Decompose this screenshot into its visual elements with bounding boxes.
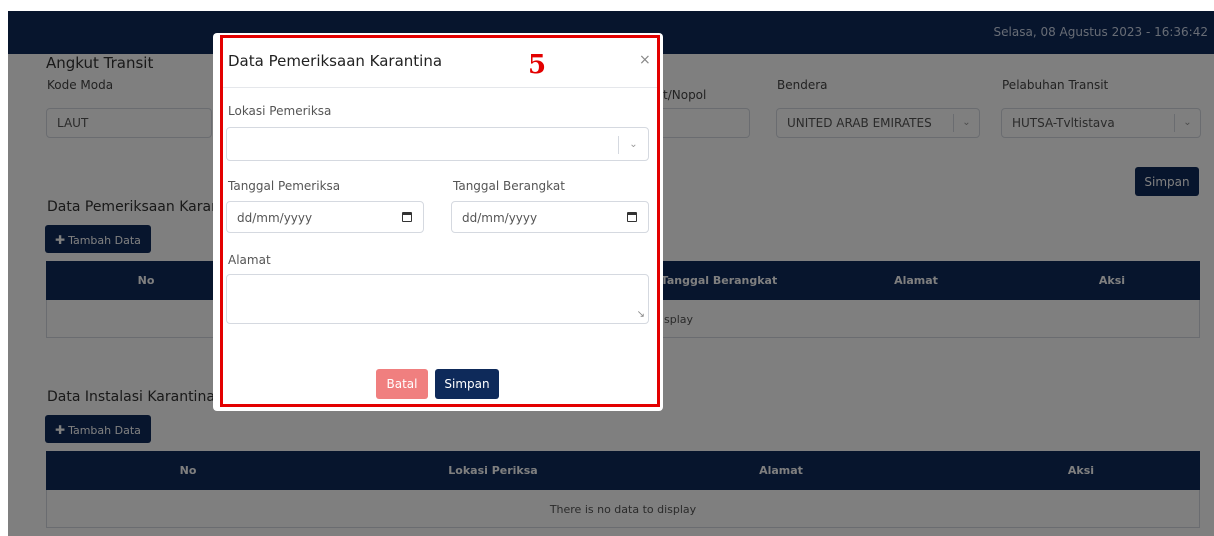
lokasi-pemeriksa-select[interactable]: ⌄ [226,127,649,161]
tanggal-berangkat-label: Tanggal Berangkat [453,179,565,193]
resize-grip-icon[interactable]: ↘ [637,309,645,320]
calendar-icon[interactable] [402,212,412,222]
alamat-label: Alamat [228,253,271,267]
alamat-textarea[interactable]: ↘ [226,274,649,324]
cancel-button[interactable]: Batal [376,369,428,399]
calendar-icon[interactable] [627,212,637,222]
modal-header-divider [223,87,657,88]
tanggal-pemeriksa-input[interactable]: dd/mm/yyyy [226,201,424,233]
step-marker: 5 [528,50,547,80]
page: Selasa, 08 Agustus 2023 - 16:36:42 Angku… [0,0,1214,536]
lokasi-pemeriksa-label: Lokasi Pemeriksa [228,104,332,118]
tanggal-pemeriksa-label: Tanggal Pemeriksa [228,179,341,193]
tanggal-berangkat-placeholder: dd/mm/yyyy [462,211,538,225]
save-button[interactable]: Simpan [435,369,499,399]
tanggal-berangkat-input[interactable]: dd/mm/yyyy [451,201,649,233]
modal-title: Data Pemeriksaan Karantina [228,52,443,70]
close-icon[interactable]: × [639,52,651,68]
chevron-down-icon: ⌄ [618,136,648,154]
tanggal-pemeriksa-placeholder: dd/mm/yyyy [237,211,313,225]
